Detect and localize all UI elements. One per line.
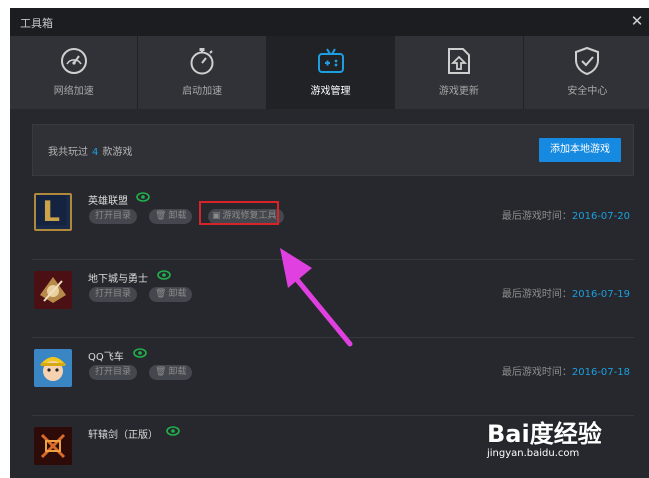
add-local-game-button[interactable]: 添加本地游戏	[539, 138, 621, 162]
close-icon[interactable]: ✕	[628, 11, 646, 31]
trash-icon: 🗑	[155, 367, 167, 377]
tab-label: 游戏更新	[438, 86, 479, 97]
last-played-time: 最后游戏时间：2016-07-19	[502, 285, 630, 300]
uninstall-button[interactable]: 🗑 卸载	[149, 365, 193, 380]
gamepad-icon	[317, 48, 344, 73]
summary-prefix: 我共玩过	[48, 147, 88, 158]
uninstall-button[interactable]: 🗑 卸载	[149, 287, 193, 302]
tab-bar: 网络加速 启动加速 游戏管理 游戏更新 安全中心	[10, 36, 649, 109]
last-played-label: 最后游戏时间：	[501, 289, 572, 300]
xuanyuan-logo-icon	[34, 427, 72, 465]
open-directory-button[interactable]: 打开目录	[89, 287, 138, 302]
visible-eye-icon[interactable]	[166, 425, 180, 437]
visible-eye-icon[interactable]	[136, 191, 150, 203]
game-name: 地下城与勇士	[88, 274, 148, 285]
last-played-time: 最后游戏时间：2016-07-18	[502, 363, 630, 378]
game-icon-qqspeed[interactable]	[34, 349, 72, 387]
watermark-brand: Bai度经验	[487, 420, 602, 448]
games-summary-bar: 我共玩过 4 款游戏 添加本地游戏	[32, 124, 634, 176]
game-name: 轩辕剑（正版）	[88, 430, 158, 441]
open-directory-button[interactable]: 打开目录	[89, 209, 138, 224]
qqspeed-logo-icon	[34, 349, 72, 387]
uninstall-label: 卸载	[168, 211, 187, 221]
tab-security-center[interactable]: 安全中心	[524, 36, 649, 109]
speedometer-icon	[60, 48, 87, 74]
uninstall-button[interactable]: 🗑 卸载	[149, 209, 193, 224]
last-played-date: 2016-07-20	[571, 211, 630, 222]
watermark-url: jingyan.baidu.com	[487, 448, 580, 459]
annotation-arrow-icon	[280, 248, 353, 347]
lol-logo-icon	[36, 195, 67, 226]
game-icon-xuanyuan[interactable]	[34, 427, 72, 465]
stopwatch-icon	[190, 48, 214, 75]
trash-icon: 🗑	[155, 211, 167, 221]
game-icon-dnf[interactable]	[34, 271, 72, 309]
tab-label: 启动加速	[182, 86, 223, 97]
last-played-time: 最后游戏时间：2016-07-20	[502, 207, 630, 222]
uninstall-label: 卸载	[168, 289, 187, 299]
game-icon-lol[interactable]	[34, 193, 72, 231]
baidu-jingyan-watermark: Bai度经验 jingyan.baidu.com	[487, 408, 637, 468]
upload-icon	[447, 48, 470, 74]
last-played-date: 2016-07-19	[571, 289, 630, 300]
last-played-label: 最后游戏时间：	[501, 211, 572, 222]
visible-eye-icon[interactable]	[133, 347, 147, 359]
visible-eye-icon[interactable]	[157, 269, 171, 281]
dnf-logo-icon	[34, 271, 72, 309]
trash-icon: 🗑	[155, 289, 167, 299]
title-bar: 工具箱 ✕	[10, 8, 649, 36]
repair-tool-highlight	[199, 201, 279, 225]
window-title: 工具箱	[20, 17, 53, 30]
shield-check-icon	[575, 46, 600, 76]
game-name: QQ飞车	[88, 352, 124, 363]
last-played-label: 最后游戏时间：	[501, 367, 572, 378]
tab-game-management[interactable]: 游戏管理	[266, 36, 396, 109]
summary-suffix: 款游戏	[102, 147, 133, 158]
tab-network-boost[interactable]: 网络加速	[10, 36, 139, 109]
tab-label: 游戏管理	[310, 86, 351, 97]
tab-game-update[interactable]: 游戏更新	[395, 36, 524, 109]
tab-startup-boost[interactable]: 启动加速	[138, 36, 267, 109]
uninstall-label: 卸载	[168, 367, 187, 377]
tab-label: 网络加速	[53, 86, 94, 97]
games-count: 4	[92, 147, 99, 158]
last-played-date: 2016-07-18	[571, 367, 630, 378]
games-played-summary: 我共玩过 4 款游戏	[48, 143, 132, 158]
game-name: 英雄联盟	[88, 196, 128, 207]
tab-label: 安全中心	[567, 86, 608, 97]
open-directory-button[interactable]: 打开目录	[89, 365, 138, 380]
